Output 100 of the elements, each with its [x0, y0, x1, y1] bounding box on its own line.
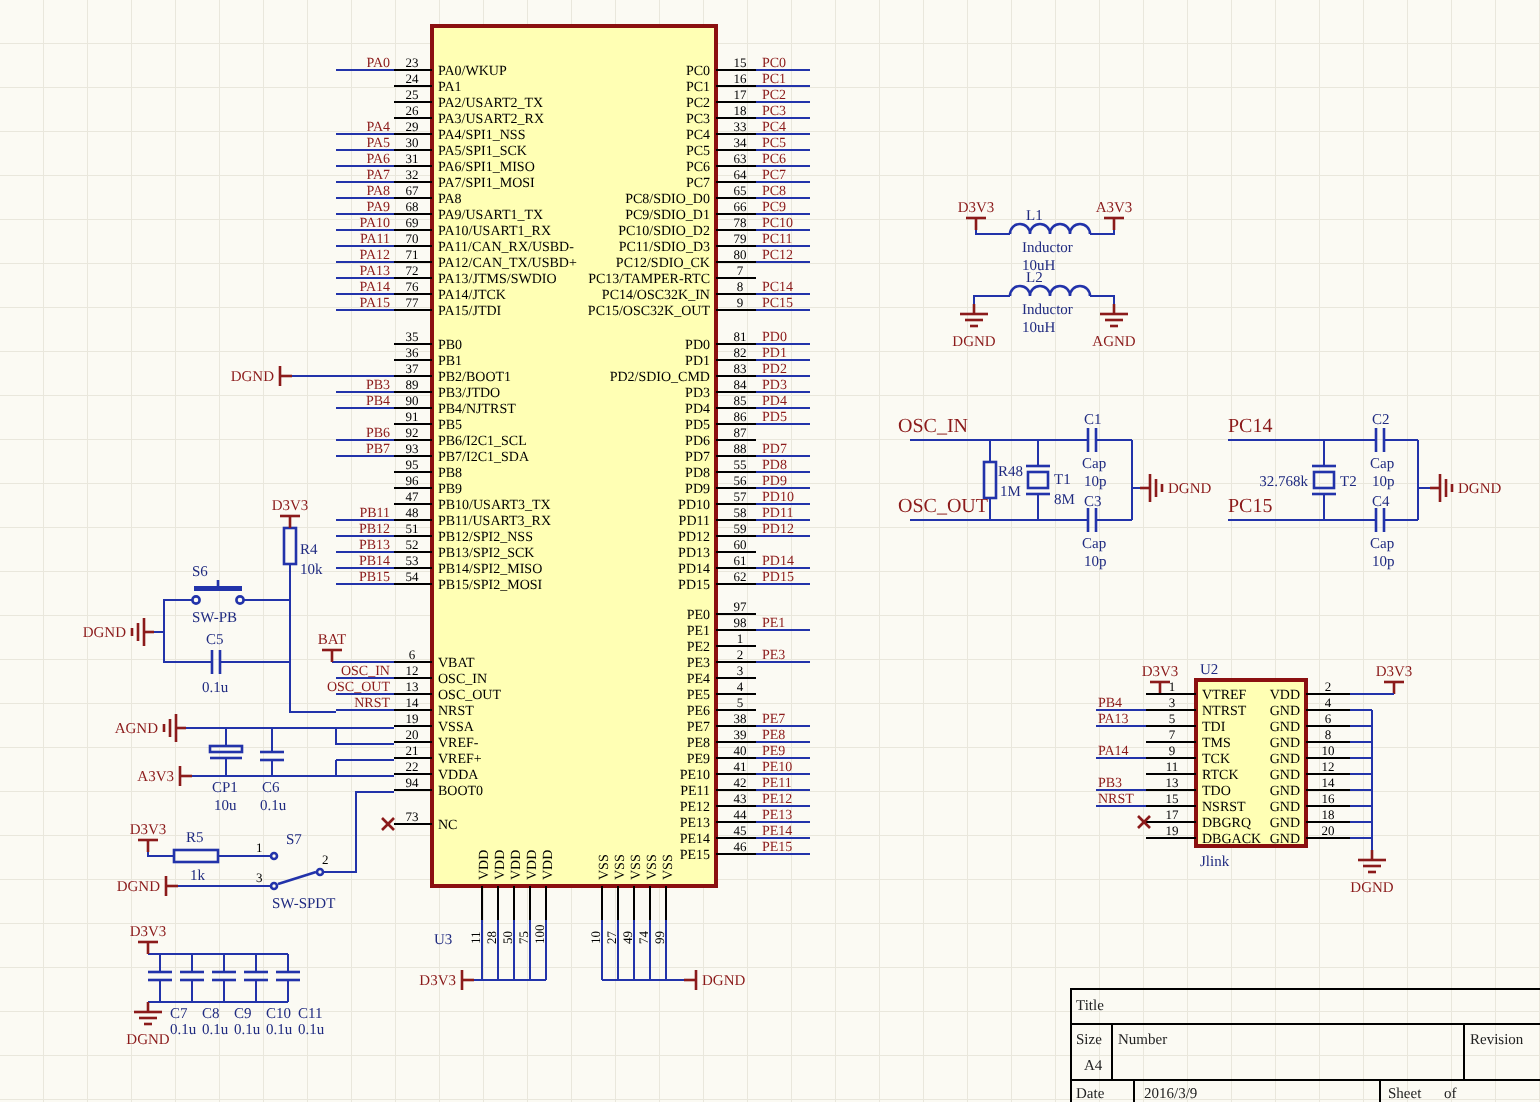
- capacitor-symbol: [1374, 428, 1386, 452]
- pin-line: [715, 677, 757, 679]
- pin-line: [617, 885, 619, 921]
- pin-line: [715, 645, 757, 647]
- pin-line: [513, 885, 515, 921]
- pin-line: [665, 885, 667, 921]
- power-port-icon: [460, 970, 474, 990]
- capacitor-symbol: [244, 970, 268, 982]
- ground-icon: [1140, 474, 1164, 502]
- power-port-icon: [1384, 680, 1404, 694]
- pin-line: [715, 423, 757, 425]
- power-port-icon: [178, 766, 192, 786]
- pin-line: [715, 709, 757, 711]
- pin-line: [393, 567, 433, 569]
- pin-line: [393, 117, 433, 119]
- capacitor-symbol: [148, 970, 172, 982]
- pin-line: [393, 277, 433, 279]
- pin-line: [393, 261, 433, 263]
- power-port-icon: [1104, 216, 1124, 230]
- wire: [973, 295, 1011, 305]
- pin-line: [715, 741, 757, 743]
- crystal-symbol: [1312, 464, 1336, 496]
- pin-line: [393, 789, 433, 791]
- wire: [291, 375, 395, 377]
- pin-line: [1305, 821, 1351, 823]
- pin-line: [715, 261, 757, 263]
- pin-line: [715, 661, 757, 663]
- pin-line: [393, 423, 433, 425]
- pin-line: [393, 181, 433, 183]
- wire: [323, 791, 395, 873]
- pin-line: [393, 455, 433, 457]
- pin-line: [715, 821, 757, 823]
- pin-line: [393, 439, 433, 441]
- capacitor-symbol: [1374, 508, 1386, 532]
- pin-line: [1145, 837, 1197, 839]
- ground-icon: [162, 714, 186, 742]
- pin-line: [529, 885, 531, 921]
- switch-symbol: [269, 851, 325, 891]
- pin-line: [715, 69, 757, 71]
- pin-line: [1305, 693, 1351, 695]
- wire: [975, 229, 1011, 235]
- pin-line: [393, 245, 433, 247]
- pin-line: [393, 343, 433, 345]
- pin-line: [715, 853, 757, 855]
- pin-line: [715, 229, 757, 231]
- pin-line: [393, 293, 433, 295]
- pin-line: [715, 439, 757, 441]
- power-port-icon: [280, 514, 300, 528]
- pin-line: [715, 535, 757, 537]
- pin-line: [1145, 821, 1197, 823]
- pin-line: [715, 117, 757, 119]
- pin-line: [1145, 693, 1197, 695]
- pin-line: [715, 197, 757, 199]
- pin-line: [393, 535, 433, 537]
- net-label: OSC_IN: [898, 416, 969, 438]
- pin-line: [715, 757, 757, 759]
- push-button-symbol: [191, 580, 245, 605]
- pin-line: [715, 101, 757, 103]
- pin-line: [393, 551, 433, 553]
- pin-line: [715, 551, 757, 553]
- pin-line: [715, 805, 757, 807]
- capacitor-symbol: [212, 970, 236, 982]
- pin-line: [393, 375, 433, 377]
- pin-line: [715, 487, 757, 489]
- resistor-symbol: [172, 848, 220, 864]
- pin-line: [393, 213, 433, 215]
- capacitor-symbol: [180, 970, 204, 982]
- pin-line: [497, 885, 499, 921]
- pin-line: [1145, 725, 1197, 727]
- ground-icon: [1430, 474, 1454, 502]
- pin-line: [393, 487, 433, 489]
- inductor-symbol: [1008, 284, 1092, 298]
- pin-line: [715, 613, 757, 615]
- wire: [1089, 229, 1115, 235]
- pin-line: [715, 519, 757, 521]
- capacitor-symbol: [276, 970, 300, 982]
- pin-line: [715, 85, 757, 87]
- pin-line: [715, 165, 757, 167]
- pin-line: [1145, 709, 1197, 711]
- power-port-icon: [684, 970, 698, 990]
- net-label: PC15: [1228, 496, 1273, 518]
- pin-line: [715, 359, 757, 361]
- power-port-icon: [966, 216, 986, 230]
- pin-line: [715, 567, 757, 569]
- pin-line: [1145, 789, 1197, 791]
- pin-line: [393, 101, 433, 103]
- pin-line: [715, 375, 757, 377]
- ground-icon: [134, 1002, 162, 1026]
- pin-line: [715, 725, 757, 727]
- pin-line: [715, 407, 757, 409]
- pin-line: [1145, 741, 1197, 743]
- capacitor-symbol: [260, 750, 284, 762]
- pin-line: [715, 629, 757, 631]
- pin-line: [545, 885, 547, 921]
- capacitor-symbol: [210, 650, 222, 674]
- wire: [177, 885, 271, 887]
- net-label: OSC_OUT: [898, 496, 989, 518]
- pin-line: [715, 309, 757, 311]
- pin-line: [1145, 773, 1197, 775]
- pin-line: [393, 165, 433, 167]
